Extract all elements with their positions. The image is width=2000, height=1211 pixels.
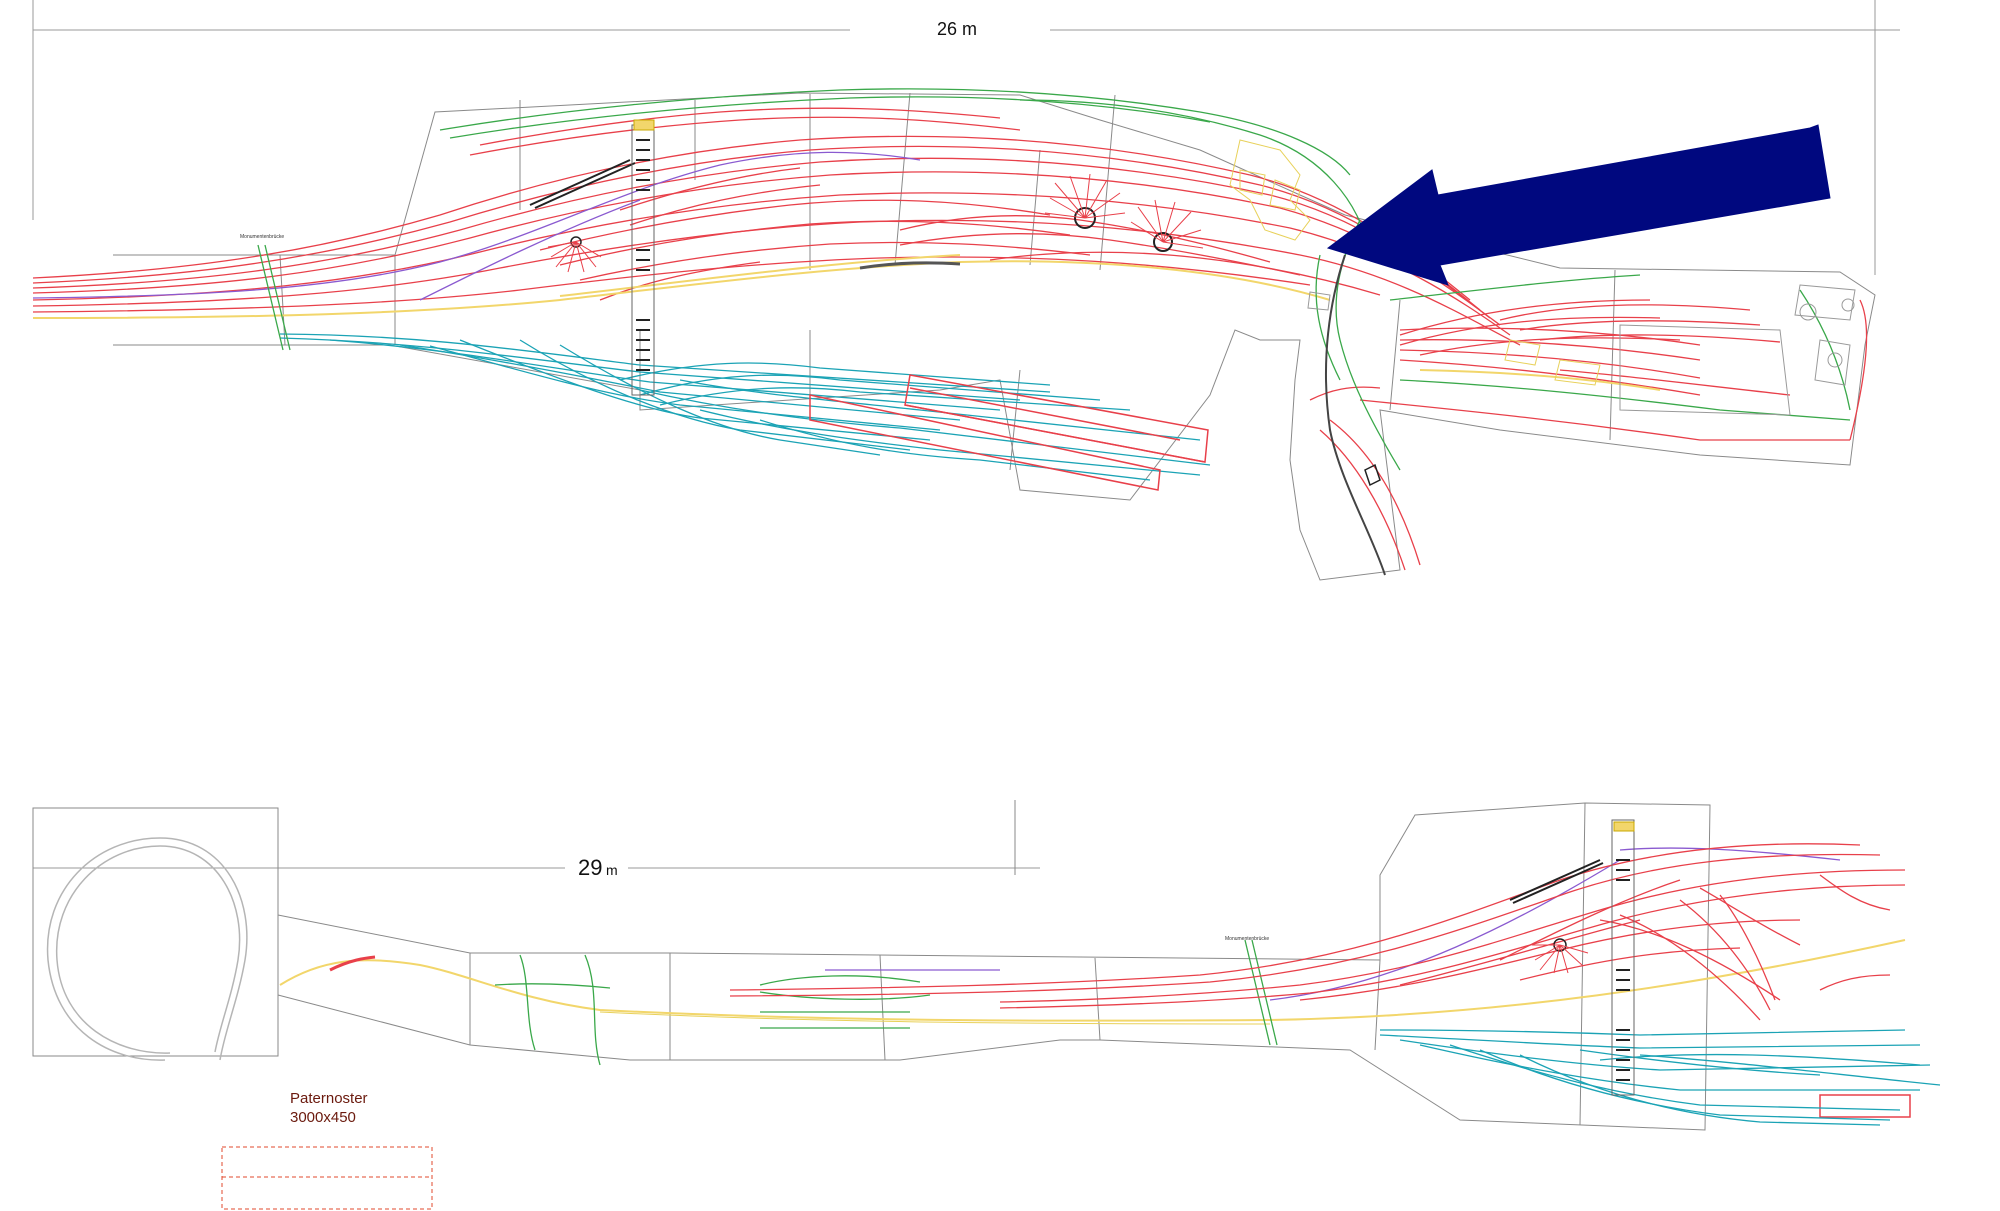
- turntable-icon: [547, 173, 1204, 273]
- paternoster-title: Paternoster: [290, 1090, 368, 1107]
- top-bridges: [529, 119, 1386, 576]
- bottom-purple-tracks: [825, 847, 1841, 1001]
- top-buildings: [1307, 284, 1856, 416]
- turntable-icon: [1532, 938, 1589, 974]
- paternoster-box: [221, 1146, 433, 1210]
- top-yard-tracks: [279, 333, 1211, 481]
- bottom-dimension-unit: m: [606, 862, 618, 878]
- large-left-pointing-arrow-icon: [1326, 124, 1831, 286]
- bottom-dimension-value: 29: [578, 855, 602, 880]
- bottom-yard-tracks: [1379, 1029, 1941, 1126]
- bridge-label-bottom: Monumentenbrücke: [1225, 936, 1269, 942]
- helix-loop: [46, 837, 248, 1061]
- top-dimension-label: 26 m: [937, 19, 977, 39]
- track-plan-diagram: 26 m Monumentenbrücke 29 m Monumentenbrü…: [32, 0, 1941, 1210]
- paternoster-size: 3000x450: [290, 1109, 356, 1126]
- bridge-label-top: Monumentenbrücke: [240, 234, 284, 240]
